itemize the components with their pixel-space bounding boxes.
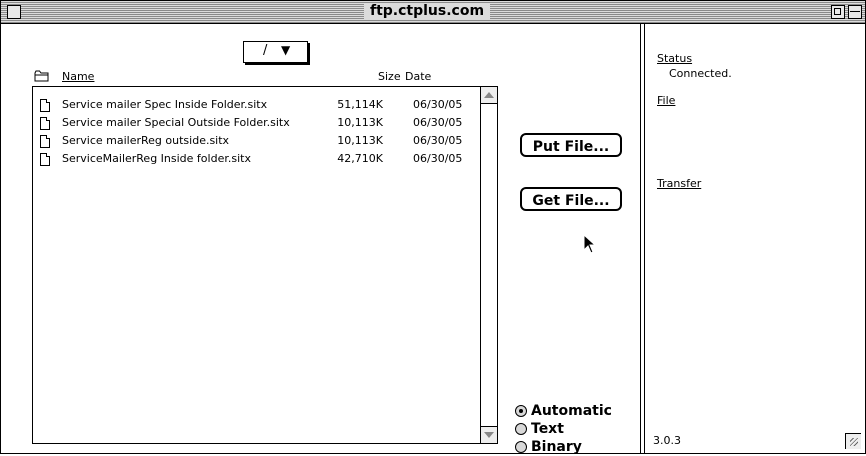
popup-arrow-icon: ▼	[281, 43, 291, 57]
list-item[interactable]: Service mailer Special Outside Folder.si…	[33, 116, 480, 131]
date-column-header[interactable]: Date	[405, 70, 431, 83]
file-date: 06/30/05	[413, 134, 463, 147]
file-size: 10,113K	[337, 116, 383, 129]
list-item[interactable]: Service mailer Spec Inside Folder.sitx 5…	[33, 98, 480, 113]
info-pane-inner: Status Connected. File Transfer 3.0.3	[644, 24, 864, 453]
file-date: 06/30/05	[413, 98, 463, 111]
file-date: 06/30/05	[413, 116, 463, 129]
file-size: 10,113K	[337, 134, 383, 147]
file-date: 06/30/05	[413, 152, 463, 165]
resize-grip-icon[interactable]	[845, 433, 861, 449]
file-name: ServiceMailerReg Inside folder.sitx	[62, 152, 251, 165]
folder-icon	[34, 70, 50, 85]
file-name: Service mailerReg outside.sitx	[62, 134, 230, 147]
scroll-up-arrow-icon[interactable]	[481, 87, 497, 104]
collapse-box[interactable]	[848, 5, 862, 19]
info-pane: Status Connected. File Transfer 3.0.3	[642, 24, 865, 453]
file-size: 51,114K	[337, 98, 383, 111]
version-label: 3.0.3	[653, 434, 681, 447]
transfer-mode-radio-group: Automatic Text Binary	[514, 402, 612, 456]
file-heading: File	[657, 94, 676, 107]
document-icon	[40, 153, 50, 166]
path-popup-menu[interactable]: / ▼	[243, 41, 308, 63]
window-title: ftp.ctplus.com	[364, 3, 491, 20]
document-icon	[40, 99, 50, 112]
scroll-down-arrow-icon[interactable]	[481, 426, 497, 443]
name-column-header[interactable]: Name	[62, 70, 94, 83]
ftp-window: ftp.ctplus.com / ▼ Name Size Date Servic…	[0, 0, 866, 456]
document-icon	[40, 135, 50, 148]
close-box[interactable]	[7, 5, 21, 19]
title-bar[interactable]: ftp.ctplus.com	[1, 1, 865, 24]
zoom-box[interactable]	[831, 5, 845, 19]
status-value: Connected.	[669, 67, 732, 80]
file-name: Service mailer Spec Inside Folder.sitx	[62, 98, 268, 111]
get-file-button[interactable]: Get File...	[520, 187, 622, 211]
radio-text[interactable]: Text	[514, 420, 612, 438]
transfer-heading: Transfer	[657, 177, 702, 190]
path-label: /	[263, 43, 268, 58]
radio-unselected-icon	[515, 441, 527, 453]
mouse-pointer-icon	[583, 234, 597, 254]
vertical-scrollbar[interactable]	[480, 86, 498, 444]
file-size: 42,710K	[337, 152, 383, 165]
radio-binary[interactable]: Binary	[514, 438, 612, 456]
radio-selected-icon	[515, 405, 527, 417]
file-list[interactable]: Service mailer Spec Inside Folder.sitx 5…	[32, 86, 481, 444]
radio-unselected-icon	[515, 423, 527, 435]
file-browser-pane: / ▼ Name Size Date Service mailer Spec I…	[2, 24, 641, 456]
list-item[interactable]: ServiceMailerReg Inside folder.sitx 42,7…	[33, 152, 480, 167]
radio-label-automatic: Automatic	[531, 403, 612, 419]
file-name: Service mailer Special Outside Folder.si…	[62, 116, 290, 129]
radio-label-text: Text	[531, 421, 564, 437]
list-item[interactable]: Service mailerReg outside.sitx 10,113K 0…	[33, 134, 480, 149]
radio-automatic[interactable]: Automatic	[514, 402, 612, 420]
status-heading: Status	[657, 52, 693, 65]
size-column-header[interactable]: Size	[378, 70, 401, 83]
put-file-button[interactable]: Put File...	[520, 133, 622, 157]
radio-label-binary: Binary	[531, 439, 582, 455]
document-icon	[40, 117, 50, 130]
